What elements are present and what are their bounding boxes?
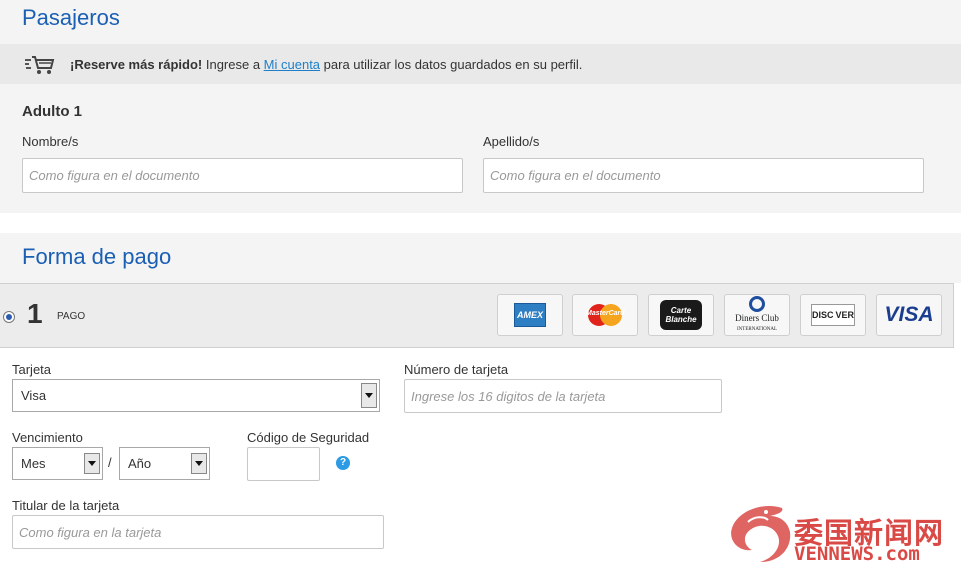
discover-card: DISC VER <box>800 294 866 336</box>
discover-icon: DISC VER <box>811 304 855 326</box>
card-type-value: Visa <box>21 388 47 403</box>
help-icon[interactable]: ? <box>336 456 350 470</box>
chevron-down-icon[interactable] <box>84 453 100 474</box>
amex-icon: AMEX <box>514 303 546 327</box>
mastercard-text: MasterCard <box>586 310 625 317</box>
passengers-title: Pasajeros <box>22 5 120 30</box>
amex-card: AMEX <box>497 294 563 336</box>
adult-title: Adulto 1 <box>22 103 82 120</box>
first-name-label: Nombre/s <box>22 134 79 149</box>
mastercard-icon: MasterCard <box>586 303 625 327</box>
last-name-label: Apellido/s <box>483 134 540 149</box>
card-holder-field[interactable]: Como figura en la tarjeta <box>12 515 384 549</box>
chevron-down-icon[interactable] <box>191 453 207 474</box>
diners-club-card: Diners Club INTERNATIONAL <box>724 294 790 336</box>
card-number-field[interactable]: Ingrese los 16 digitos de la tarjeta <box>404 379 722 413</box>
notice-after-link: para utilizar los datos guardados en su … <box>320 57 583 72</box>
expiry-month-select[interactable]: Mes <box>12 447 103 480</box>
diners-club-icon: Diners Club INTERNATIONAL <box>735 296 779 334</box>
quick-booking-notice: ¡Reserve más rápido! Ingrese a Mi cuenta… <box>0 44 961 84</box>
notice-bold: ¡Reserve más rápido! <box>70 57 203 72</box>
chevron-down-icon[interactable] <box>361 383 377 408</box>
installment-radio[interactable] <box>3 311 15 323</box>
dragon-logo-icon <box>731 506 791 562</box>
card-holder-label: Titular de la tarjeta <box>12 498 120 513</box>
payment-section-header: Forma de pago <box>0 233 961 283</box>
section-gap <box>0 213 961 233</box>
visa-card: VISA <box>876 294 942 336</box>
first-name-field[interactable]: Como figura en el documento <box>22 158 463 193</box>
carte-blanche-card: Carte Blanche <box>648 294 714 336</box>
expiry-month-value: Mes <box>21 456 46 471</box>
expiry-label: Vencimiento <box>12 430 83 445</box>
expiry-year-select[interactable]: Año <box>119 447 210 480</box>
security-code-field[interactable] <box>247 447 320 481</box>
carte-blanche-icon: Carte Blanche <box>660 300 702 330</box>
visa-icon: VISA <box>884 303 934 326</box>
watermark: 委国新闻网 VENNEWS.com <box>720 500 960 569</box>
shopping-cart-icon <box>24 52 56 79</box>
card-type-select[interactable]: Visa <box>12 379 380 412</box>
notice-before-link: Ingrese a <box>202 57 264 72</box>
expiry-separator: / <box>108 455 112 470</box>
installment-number: 1 <box>27 298 43 329</box>
card-number-label: Número de tarjeta <box>404 362 509 377</box>
passengers-section: Pasajeros ¡Reserve más rápido! Ingrese a… <box>0 0 961 213</box>
payment-title: Forma de pago <box>22 244 172 269</box>
last-name-field[interactable]: Como figura en el documento <box>483 158 924 193</box>
watermark-latin: VENNEWS.com <box>794 543 920 565</box>
card-type-label: Tarjeta <box>12 362 52 377</box>
my-account-link[interactable]: Mi cuenta <box>264 57 320 72</box>
mastercard-card: MasterCard <box>572 294 638 336</box>
expiry-year-value: Año <box>128 456 152 471</box>
installment-option: 1 PAGO AMEX MasterCard Carte Blanche Dine… <box>0 283 954 348</box>
notice-text: ¡Reserve más rápido! Ingrese a Mi cuenta… <box>70 57 582 72</box>
installment-label: PAGO <box>57 311 86 322</box>
security-code-label: Código de Seguridad <box>247 430 370 445</box>
